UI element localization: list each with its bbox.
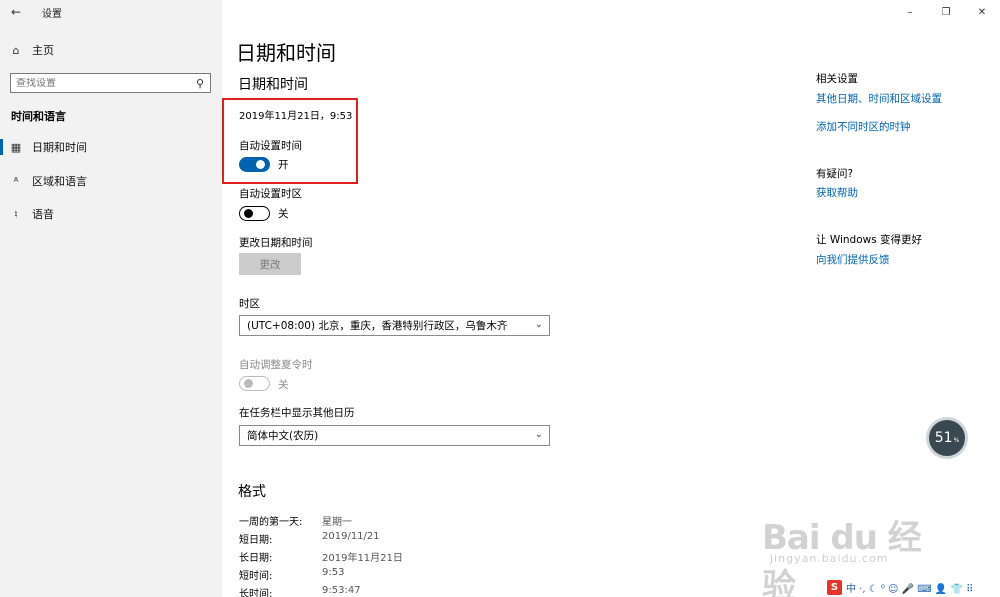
format-value: 星期一	[322, 517, 352, 528]
calendar-clock-icon: ▦	[10, 140, 22, 154]
ime-toolbar: S 中 ·, ☾ ⁰ ☺ 🎤 ⌨ 👤 👕 ⠿	[827, 578, 1000, 597]
watermark: Bai du 经验 jingyan.baidu.com	[762, 490, 952, 597]
sidebar-item-date-time[interactable]: ▦ 日期和时间	[0, 135, 222, 159]
section-title: 日期和时间	[238, 77, 308, 93]
timezone-value: (UTC+08:00) 北京，重庆，香港特别行政区，乌鲁木齐	[247, 320, 508, 332]
dst-state: 关	[278, 379, 289, 391]
link-get-help[interactable]: 获取帮助	[816, 185, 858, 200]
help-title: 有疑问?	[816, 168, 854, 180]
performance-gauge[interactable]: 51 %	[926, 417, 968, 459]
nav-home-label: 主页	[32, 44, 54, 57]
search-box[interactable]: ⚲	[10, 73, 211, 93]
microphone-icon: ♮	[14, 207, 18, 221]
format-value: 2019年11月21日	[322, 553, 403, 564]
format-key: 长时间:	[239, 589, 273, 597]
link-feedback[interactable]: 向我们提供反馈	[816, 252, 890, 267]
format-key: 长日期:	[239, 553, 273, 564]
highlight-box	[222, 98, 358, 184]
auto-timezone-state: 关	[278, 208, 289, 220]
chevron-down-icon: ⌄	[534, 319, 543, 330]
extra-calendar-label: 在任务栏中显示其他日历	[239, 407, 355, 419]
sidebar-section-title: 时间和语言	[11, 110, 66, 123]
format-key: 一周的第一天:	[239, 517, 303, 528]
close-icon[interactable]: ✕	[964, 0, 1000, 24]
sogou-icon[interactable]: S	[827, 580, 842, 595]
search-icon[interactable]: ⚲	[190, 77, 210, 90]
sidebar-item-label: 语音	[32, 208, 54, 221]
gauge-value: 51	[934, 430, 953, 446]
improve-title: 让 Windows 变得更好	[816, 234, 923, 246]
format-title: 格式	[238, 484, 266, 500]
format-key: 短时间:	[239, 571, 273, 582]
back-arrow-icon[interactable]: ←	[0, 0, 32, 24]
extra-calendar-select[interactable]: 简体中文(农历) ⌄	[239, 425, 550, 446]
format-row: 短日期: 2019/11/21	[239, 531, 380, 546]
format-row: 一周的第一天: 星期一	[239, 513, 352, 528]
dst-label: 自动调整夏令时	[239, 359, 313, 371]
region-language-icon: ᴬ	[13, 174, 19, 188]
change-datetime-label: 更改日期和时间	[239, 237, 313, 249]
search-input[interactable]	[11, 77, 190, 89]
timezone-select[interactable]: (UTC+08:00) 北京，重庆，香港特别行政区，乌鲁木齐 ⌄	[239, 315, 550, 336]
page-title: 日期和时间	[236, 41, 336, 65]
gauge-readout: 51 %	[935, 430, 960, 446]
ime-tray-icons[interactable]: 中 ·, ☾ ⁰ ☺ 🎤 ⌨ 👤 👕 ⠿	[846, 580, 973, 595]
link-other-date-settings[interactable]: 其他日期、时间和区域设置	[816, 91, 942, 106]
related-settings-title: 相关设置	[816, 73, 858, 85]
title-bar: ← 设置	[0, 0, 222, 24]
restore-icon[interactable]: ❐	[928, 0, 964, 24]
format-row: 短时间: 9:53	[239, 567, 344, 582]
minimize-icon[interactable]: –	[892, 0, 928, 24]
link-add-clocks[interactable]: 添加不同时区的时钟	[816, 119, 911, 134]
sidebar-item-label: 区域和语言	[32, 175, 87, 188]
sidebar: ← 设置 ⌂ 主页 ⚲ 时间和语言 ▦ 日期和时间 ᴬ 区域和语言 ♮ 语音	[0, 0, 222, 597]
chevron-down-icon: ⌄	[534, 429, 543, 440]
auto-timezone-label: 自动设置时区	[239, 188, 302, 200]
format-row: 长时间: 9:53:47	[239, 585, 361, 597]
window-controls: – ❐ ✕	[892, 0, 1000, 24]
sidebar-item-speech[interactable]: ♮ 语音	[0, 202, 222, 226]
sidebar-item-region-language[interactable]: ᴬ 区域和语言	[0, 169, 222, 193]
watermark-url: jingyan.baidu.com	[770, 552, 889, 565]
auto-timezone-toggle[interactable]	[239, 206, 270, 221]
format-value: 2019/11/21	[322, 531, 380, 542]
app-title: 设置	[42, 8, 62, 20]
format-key: 短日期:	[239, 535, 273, 546]
extra-calendar-value: 简体中文(农历)	[247, 430, 319, 442]
timezone-label: 时区	[239, 298, 260, 310]
format-row: 长日期: 2019年11月21日	[239, 549, 403, 564]
format-value: 9:53:47	[322, 585, 361, 596]
home-icon: ⌂	[12, 43, 20, 57]
dst-toggle[interactable]	[239, 376, 270, 391]
sidebar-item-label: 日期和时间	[32, 141, 87, 154]
format-value: 9:53	[322, 567, 345, 578]
change-button[interactable]: 更改	[239, 253, 301, 275]
nav-home[interactable]: ⌂ 主页	[0, 38, 222, 62]
gauge-unit: %	[953, 437, 960, 444]
toggle-knob	[244, 209, 253, 218]
toggle-knob	[244, 379, 253, 388]
